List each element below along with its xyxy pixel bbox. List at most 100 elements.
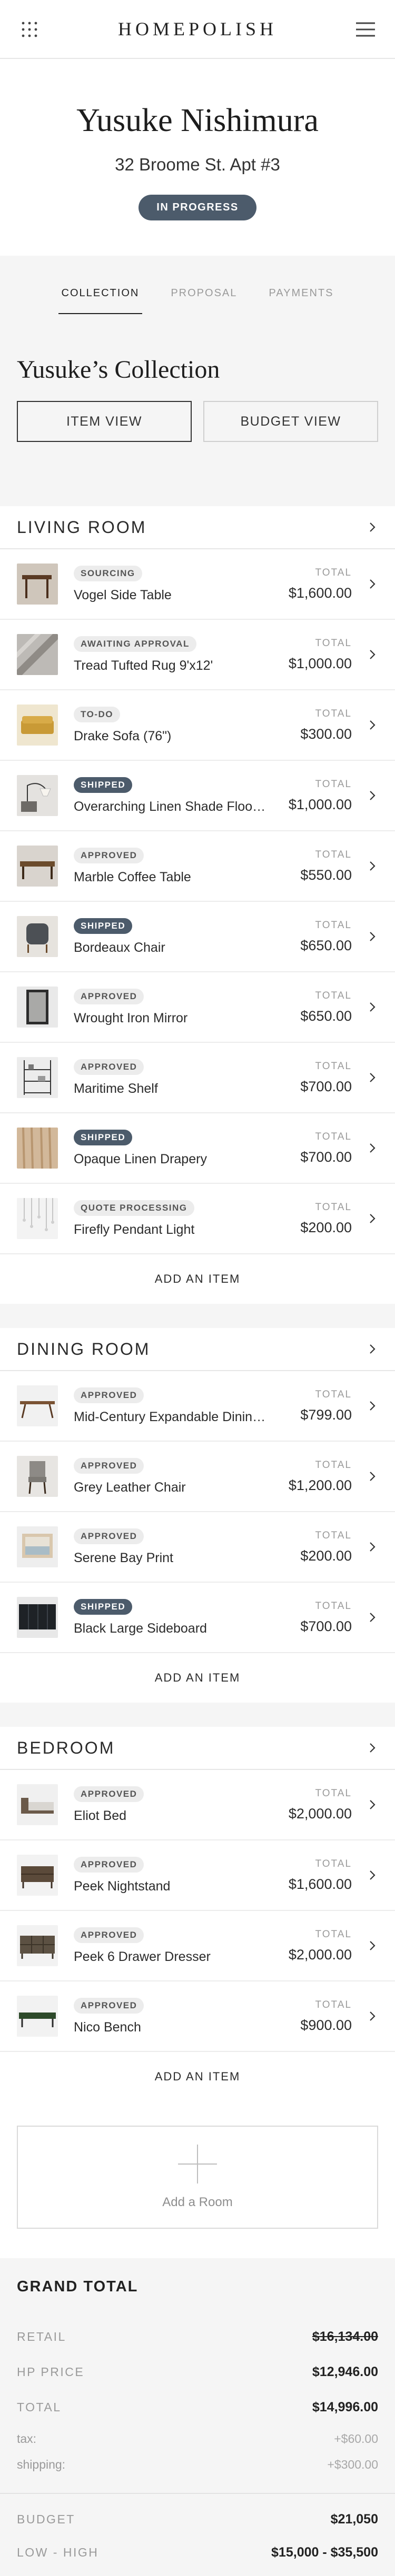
room-item[interactable]: APPROVED Maritime Shelf TOTAL $700.00 xyxy=(0,1043,395,1113)
plus-icon xyxy=(178,2145,217,2183)
room-spacer xyxy=(0,482,395,506)
item-status-badge: APPROVED xyxy=(74,988,144,1004)
chevron-right-icon xyxy=(370,2011,376,2021)
chevron-right-icon xyxy=(370,1344,376,1354)
room-header[interactable]: DINING ROOM xyxy=(0,1328,395,1371)
room-title: BEDROOM xyxy=(17,1738,115,1757)
item-status-badge: APPROVED xyxy=(74,1856,144,1873)
client-name: Yusuke Nishimura xyxy=(76,103,319,138)
room-item[interactable]: APPROVED Peek Nightstand TOTAL $1,600.00 xyxy=(0,1840,395,1911)
add-room-button[interactable]: Add a Room xyxy=(17,2126,378,2229)
room-item[interactable]: SHIPPED Bordeaux Chair TOTAL $650.00 xyxy=(0,902,395,972)
tax-row: tax: +$60.00 xyxy=(17,2432,378,2446)
item-view-button[interactable]: ITEM VIEW xyxy=(17,401,192,442)
product-thumbnail xyxy=(17,987,58,1028)
product-thumbnail xyxy=(17,1925,58,1966)
room-item[interactable]: APPROVED Grey Leather Chair TOTAL $1,200… xyxy=(0,1442,395,1512)
item-name: Vogel Side Table xyxy=(74,587,172,602)
room-spacer xyxy=(0,1304,395,1328)
tab-collection[interactable]: COLLECTION xyxy=(58,287,143,314)
budget-label: BUDGET xyxy=(17,2512,75,2526)
item-total-label: TOTAL xyxy=(315,1787,352,1799)
room-item[interactable]: APPROVED Wrought Iron Mirror TOTAL $650.… xyxy=(0,972,395,1043)
room-item[interactable]: SHIPPED Overarching Linen Shade Floor La… xyxy=(0,761,395,831)
room-item[interactable]: SHIPPED Black Large Sideboard TOTAL $700… xyxy=(0,1583,395,1653)
item-name: Peek Nightstand xyxy=(74,1878,171,1894)
item-status-badge: SOURCING xyxy=(74,565,142,581)
item-name: Grey Leather Chair xyxy=(74,1480,186,1495)
chevron-right-icon xyxy=(370,1073,376,1082)
product-thumbnail xyxy=(17,1057,58,1098)
budget-view-button[interactable]: BUDGET VIEW xyxy=(203,401,378,442)
top-bar: HOMEPOLISH xyxy=(0,0,395,59)
room-item[interactable]: APPROVED Serene Bay Print TOTAL $200.00 xyxy=(0,1512,395,1583)
tab-proposal[interactable]: PROPOSAL xyxy=(167,287,240,314)
item-total: $200.00 xyxy=(300,1219,352,1235)
product-thumbnail xyxy=(17,1128,58,1169)
room-item[interactable]: APPROVED Peek 6 Drawer Dresser TOTAL $2,… xyxy=(0,1911,395,1981)
room-item[interactable]: APPROVED Eliot Bed TOTAL $2,000.00 xyxy=(0,1770,395,1840)
project-status-badge: IN PROGRESS xyxy=(139,195,256,220)
room-item[interactable]: APPROVED Marble Coffee Table TOTAL $550.… xyxy=(0,831,395,902)
item-name: Eliot Bed xyxy=(74,1808,127,1823)
chevron-right-icon xyxy=(370,1870,376,1880)
item-total-label: TOTAL xyxy=(315,919,352,931)
item-status-badge: APPROVED xyxy=(74,1786,144,1802)
room-item[interactable]: APPROVED Mid-Century Expandable Dining T… xyxy=(0,1371,395,1442)
add-item-button[interactable]: ADD AN ITEM xyxy=(0,1653,395,1703)
chevron-right-icon xyxy=(370,791,376,800)
collection-header: COLLECTION PROPOSAL PAYMENTS Yusuke’s Co… xyxy=(0,256,395,482)
item-name: Peek 6 Drawer Dresser xyxy=(74,1949,211,1964)
room-title: DINING ROOM xyxy=(17,1339,151,1359)
product-thumbnail xyxy=(17,846,58,887)
retail-value: $16,134.00 xyxy=(312,2329,378,2344)
item-status-badge: APPROVED xyxy=(74,1528,144,1544)
room-item[interactable]: QUOTE PROCESSING Firefly Pendant Light T… xyxy=(0,1184,395,1254)
add-room-label: Add a Room xyxy=(162,2195,233,2209)
chevron-right-icon xyxy=(370,1613,376,1622)
hamburger-menu-icon[interactable] xyxy=(355,20,376,39)
low-high-label: LOW - HIGH xyxy=(17,2545,99,2559)
chevron-right-icon xyxy=(370,1143,376,1153)
low-high-value: $15,000 - $35,500 xyxy=(271,2545,378,2560)
hp-price-row: HP PRICE $12,946.00 xyxy=(17,2364,378,2380)
chevron-right-icon xyxy=(370,932,376,941)
item-name: Wrought Iron Mirror xyxy=(74,1010,188,1025)
product-thumbnail xyxy=(17,634,58,675)
item-total: $1,600.00 xyxy=(288,1876,352,1892)
chevron-right-icon xyxy=(370,1743,376,1753)
tab-payments[interactable]: PAYMENTS xyxy=(265,287,337,314)
tax-value: +$60.00 xyxy=(334,2432,378,2446)
item-status-badge: TO-DO xyxy=(74,706,120,722)
add-item-button[interactable]: ADD AN ITEM xyxy=(0,2052,395,2101)
room-item[interactable]: TO-DO Drake Sofa (76") TOTAL $300.00 xyxy=(0,690,395,761)
grand-total-title: GRAND TOTAL xyxy=(17,2278,139,2295)
room-spacer xyxy=(0,1703,395,1727)
item-name: Firefly Pendant Light xyxy=(74,1222,195,1237)
item-total: $2,000.00 xyxy=(288,1946,352,1963)
room-section: DINING ROOM APPROVED Mid-Century Expanda… xyxy=(0,1328,395,1703)
item-total: $1,200.00 xyxy=(288,1477,352,1493)
room-item[interactable]: SHIPPED Opaque Linen Drapery TOTAL $700.… xyxy=(0,1113,395,1184)
item-status-badge: SHIPPED xyxy=(74,777,133,793)
room-item[interactable]: SOURCING Vogel Side Table TOTAL $1,600.0… xyxy=(0,549,395,620)
item-total: $300.00 xyxy=(300,726,352,742)
product-thumbnail xyxy=(17,1198,58,1239)
room-item[interactable]: AWAITING APPROVAL Tread Tufted Rug 9'x12… xyxy=(0,620,395,690)
product-thumbnail xyxy=(17,1385,58,1426)
room-item[interactable]: APPROVED Nico Bench TOTAL $900.00 xyxy=(0,1981,395,2052)
item-total-label: TOTAL xyxy=(315,1131,352,1142)
chevron-right-icon xyxy=(370,1002,376,1012)
brand-logo[interactable]: HOMEPOLISH xyxy=(0,18,395,40)
room-header[interactable]: BEDROOM xyxy=(0,1727,395,1770)
shipping-row: shipping: +$300.00 xyxy=(17,2458,378,2472)
budget-row: BUDGET $21,050 xyxy=(17,2512,378,2527)
item-total-label: TOTAL xyxy=(315,1999,352,2010)
product-thumbnail xyxy=(17,916,58,957)
item-total: $700.00 xyxy=(300,1078,352,1094)
chevron-right-icon xyxy=(370,1472,376,1481)
room-header[interactable]: LIVING ROOM xyxy=(0,506,395,549)
add-item-button[interactable]: ADD AN ITEM xyxy=(0,1254,395,1304)
item-total-label: TOTAL xyxy=(315,849,352,860)
item-name: Tread Tufted Rug 9'x12' xyxy=(74,658,213,673)
